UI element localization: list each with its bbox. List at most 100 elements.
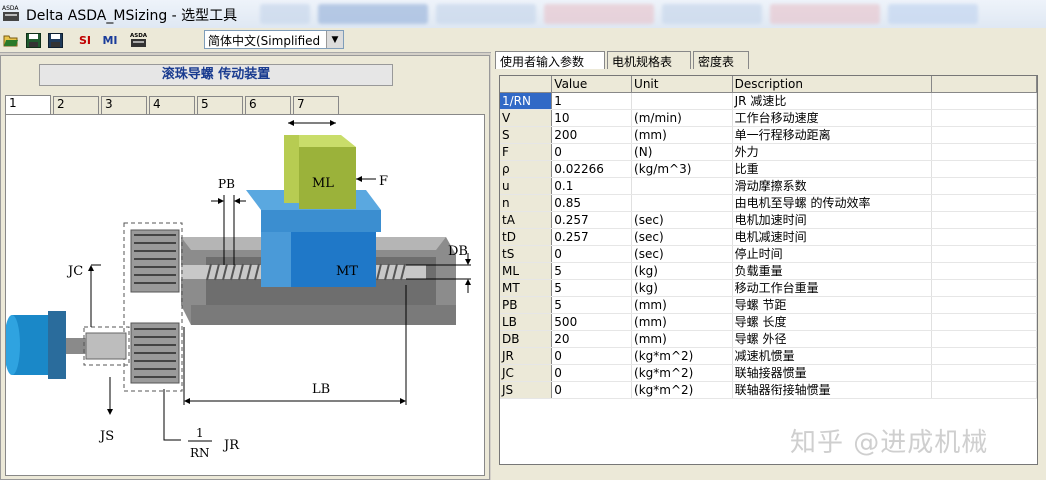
lb-label: LB (312, 382, 330, 397)
table-row[interactable]: S 200 (mm) 单一行程移动距离 (500, 126, 1037, 144)
table-row[interactable]: LB 500 (mm) 导螺 长度 (500, 313, 1037, 331)
row-description: 联轴接器惯量 (732, 364, 933, 382)
row-value[interactable]: 0 (551, 364, 633, 382)
row-value[interactable]: 0 (551, 245, 633, 263)
table-row[interactable]: MT 5 (kg) 移动工作台重量 (500, 279, 1037, 297)
row-value[interactable]: 0.257 (551, 228, 633, 246)
row-value[interactable]: 5 (551, 262, 633, 280)
row-unit: (kg) (631, 262, 733, 280)
tab-user-input[interactable]: 使用者输入参数 (495, 51, 605, 69)
row-unit: (N) (631, 143, 733, 161)
si-units-button[interactable]: SI (76, 31, 94, 49)
gear-upper (130, 229, 180, 293)
row-description: 单一行程移动距离 (732, 126, 933, 144)
jc-label: JC (66, 264, 83, 279)
table-row[interactable]: n 0.85 由电机至导螺 的传动效率 (500, 194, 1037, 212)
row-unit: (mm) (631, 126, 733, 144)
row-description: 负载重量 (732, 262, 933, 280)
row-description: 停止时间 (732, 245, 933, 263)
table-row[interactable]: ρ 0.02266 (kg/m^3) 比重 (500, 160, 1037, 178)
row-extra (931, 92, 1037, 110)
asda-icon[interactable]: ASDA (130, 31, 148, 49)
row-value[interactable]: 0 (551, 347, 633, 365)
row-extra (931, 330, 1037, 348)
row-value[interactable]: 500 (551, 313, 633, 331)
column-header-value[interactable]: Value (551, 76, 633, 93)
language-select-value: 简体中文(Simplified (208, 34, 321, 48)
row-extra (931, 211, 1037, 229)
row-value[interactable]: 0.85 (551, 194, 633, 212)
table-row[interactable]: ML 5 (kg) 负载重量 (500, 262, 1037, 280)
row-description: 工作台移动速度 (732, 109, 933, 127)
row-extra (931, 177, 1037, 195)
row-value[interactable]: 20 (551, 330, 633, 348)
row-value[interactable]: 0 (551, 381, 633, 399)
db-label: DB (448, 244, 468, 259)
row-value[interactable]: 5 (551, 279, 633, 297)
column-header-description[interactable]: Description (732, 76, 933, 93)
row-value[interactable]: 10 (551, 109, 633, 127)
tab-7[interactable]: 7 (293, 96, 339, 114)
chevron-down-icon[interactable]: ▼ (326, 31, 343, 48)
table-row[interactable]: V 10 (m/min) 工作台移动速度 (500, 109, 1037, 127)
row-description: 导螺 节距 (732, 296, 933, 314)
row-unit: (kg/m^3) (631, 160, 733, 178)
watermark: 知乎 @进成机械 (790, 428, 989, 458)
table-row[interactable]: tS 0 (sec) 停止时间 (500, 245, 1037, 263)
row-value[interactable]: 0.1 (551, 177, 633, 195)
row-value[interactable]: 0 (551, 143, 633, 161)
tab-2[interactable]: 2 (53, 96, 99, 114)
row-name: ML (500, 262, 553, 280)
tab-4[interactable]: 4 (149, 96, 195, 114)
tab-6[interactable]: 6 (245, 96, 291, 114)
table-row[interactable]: F 0 (N) 外力 (500, 143, 1037, 161)
open-icon[interactable] (2, 31, 20, 49)
tab-5[interactable]: 5 (197, 96, 243, 114)
row-description: 电机加速时间 (732, 211, 933, 229)
table-row[interactable]: 1/RN 1 JR 减速比 (500, 92, 1037, 110)
row-description: 比重 (732, 160, 933, 178)
row-value[interactable]: 0.02266 (551, 160, 633, 178)
table-row[interactable]: JR 0 (kg*m^2) 减速机惯量 (500, 347, 1037, 365)
row-extra (931, 313, 1037, 331)
table-row[interactable]: DB 20 (mm) 导螺 外径 (500, 330, 1037, 348)
parameter-grid: Value Unit Description 1/RN 1 JR 减速比 V 10 (m/… (499, 75, 1038, 465)
row-name: DB (500, 330, 553, 348)
row-name: MT (500, 279, 553, 297)
row-unit: (kg) (631, 279, 733, 297)
row-name: tS (500, 245, 553, 263)
f-label: F (379, 174, 388, 189)
row-extra (931, 262, 1037, 280)
row-value[interactable]: 1 (551, 92, 633, 110)
tab-3[interactable]: 3 (101, 96, 147, 114)
save-icon[interactable] (24, 31, 42, 49)
row-unit: (kg*m^2) (631, 347, 733, 365)
parameters-panel: 使用者输入参数 电机规格表 密度表 Value Unit Description… (491, 48, 1046, 480)
row-description: JR 减速比 (732, 92, 933, 110)
table-row[interactable]: JS 0 (kg*m^2) 联轴器衔接轴惯量 (500, 381, 1037, 399)
row-value[interactable]: 200 (551, 126, 633, 144)
language-select[interactable]: 简体中文(Simplified ▼ (204, 30, 344, 49)
tab-density[interactable]: 密度表 (693, 51, 749, 69)
background-taskbar (260, 2, 1046, 26)
mechanism-title: 滚珠导螺 传动装置 (39, 64, 393, 86)
row-extra (931, 296, 1037, 314)
tab-motor-specs[interactable]: 电机规格表 (607, 51, 691, 69)
row-value[interactable]: 0.257 (551, 211, 633, 229)
table-row[interactable]: JC 0 (kg*m^2) 联轴接器惯量 (500, 364, 1037, 382)
table-row[interactable]: tD 0.257 (sec) 电机减速时间 (500, 228, 1037, 246)
row-name: tD (500, 228, 553, 246)
mi-units-button[interactable]: MI (99, 31, 121, 49)
table-row[interactable]: PB 5 (mm) 导螺 节距 (500, 296, 1037, 314)
column-header-unit[interactable]: Unit (631, 76, 733, 93)
row-name: S (500, 126, 553, 144)
row-extra (931, 347, 1037, 365)
save-as-icon[interactable] (46, 31, 64, 49)
row-name: u (500, 177, 553, 195)
table-row[interactable]: tA 0.257 (sec) 电机加速时间 (500, 211, 1037, 229)
tab-1[interactable]: 1 (5, 95, 51, 115)
row-value[interactable]: 5 (551, 296, 633, 314)
row-unit: (kg*m^2) (631, 364, 733, 382)
row-name: PB (500, 296, 553, 314)
table-row[interactable]: u 0.1 滑动摩擦系数 (500, 177, 1037, 195)
